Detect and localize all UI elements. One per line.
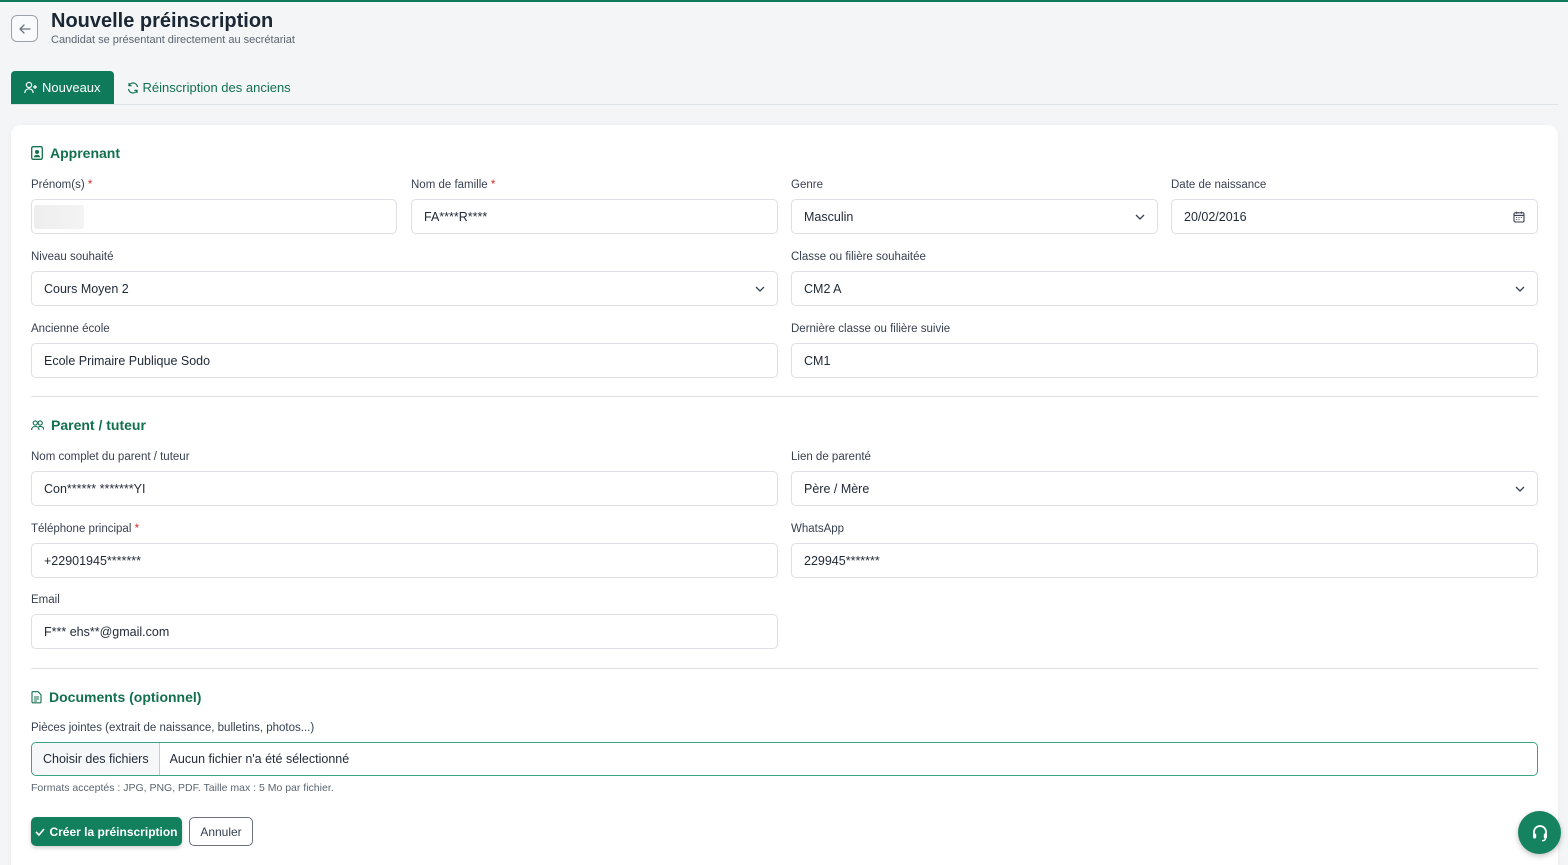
divider (31, 668, 1538, 669)
classe-label: Classe ou filière souhaitée (791, 251, 926, 263)
page-subtitle: Candidat se présentant directement au se… (51, 34, 295, 46)
nom-label: Nom de famille * (411, 179, 496, 191)
naissance-label: Date de naissance (1171, 179, 1267, 191)
file-status: Aucun fichier n'a été sélectionné (169, 752, 350, 766)
lien-label: Lien de parenté (791, 451, 871, 463)
classe-field: Classe ou filière souhaitée CM2 A (791, 250, 1538, 306)
naissance-field: Date de naissance 20/02/2016 (1171, 178, 1538, 234)
lien-select[interactable]: Père / Mère (791, 471, 1538, 506)
document-icon (31, 690, 42, 703)
divider (31, 396, 1538, 397)
tab-reinscription-label: Réinscription des anciens (142, 80, 291, 95)
naissance-input[interactable]: 20/02/2016 (1171, 199, 1538, 234)
prenom-field: Prénom(s) * (31, 178, 397, 234)
whatsapp-input[interactable]: 229945******* (791, 543, 1538, 578)
page-header: Nouvelle préinscription Candidat se prés… (11, 8, 295, 46)
section-apprenant: Apprenant (31, 145, 120, 161)
prenom-input[interactable] (31, 199, 397, 234)
create-preinscription-label: Créer la préinscription (49, 824, 178, 839)
parent-nom-input[interactable]: Con****** *******YI (31, 471, 778, 506)
genre-select[interactable]: Masculin (791, 199, 1158, 234)
student-id-icon (31, 146, 43, 160)
nom-input[interactable]: FA****R**** (411, 199, 778, 234)
tab-reinscription[interactable]: Réinscription des anciens (114, 71, 304, 104)
ancienne-ecole-input[interactable]: Ecole Primaire Publique Sodo (31, 343, 778, 378)
genre-field: Genre Masculin (791, 178, 1158, 234)
page-title: Nouvelle préinscription (51, 10, 274, 32)
tab-nouveaux[interactable]: Nouveaux (11, 71, 114, 104)
refresh-icon (127, 81, 138, 94)
chevron-down-icon (1515, 486, 1525, 492)
file-hint: Formats acceptés : JPG, PNG, PDF. Taille… (31, 782, 334, 794)
derniere-classe-input[interactable]: CM1 (791, 343, 1538, 378)
derniere-classe-field: Dernière classe ou filière suivie CM1 (791, 322, 1538, 378)
derniere-classe-label: Dernière classe ou filière suivie (791, 323, 951, 335)
cancel-button[interactable]: Annuler (189, 817, 253, 846)
section-documents-title: Documents (optionnel) (49, 689, 202, 705)
calendar-icon[interactable] (1513, 211, 1525, 223)
email-label: Email (31, 594, 60, 606)
nom-field: Nom de famille * FA****R**** (411, 178, 778, 234)
arrow-left-icon (18, 23, 31, 34)
chevron-down-icon (1515, 286, 1525, 292)
ancienne-ecole-field: Ancienne école Ecole Primaire Publique S… (31, 322, 778, 378)
user-plus-icon (24, 81, 37, 94)
niveau-select[interactable]: Cours Moyen 2 (31, 271, 778, 306)
tab-bar: Nouveaux Réinscription des anciens (11, 71, 1558, 105)
support-button[interactable] (1518, 811, 1561, 854)
parent-nom-field: Nom complet du parent / tuteur Con******… (31, 450, 778, 506)
email-field: Email F*** ehs**@gmail.com (31, 593, 778, 649)
chevron-down-icon (1135, 214, 1145, 220)
create-preinscription-button[interactable]: Créer la préinscription (31, 817, 182, 846)
whatsapp-field: WhatsApp 229945******* (791, 522, 1538, 578)
classe-select[interactable]: CM2 A (791, 271, 1538, 306)
headset-icon (1532, 824, 1547, 841)
whatsapp-label: WhatsApp (791, 523, 845, 535)
telephone-input[interactable]: +22901945******* (31, 543, 778, 578)
telephone-label: Téléphone principal * (31, 523, 140, 535)
niveau-label: Niveau souhaité (31, 251, 114, 263)
parent-nom-label: Nom complet du parent / tuteur (31, 451, 190, 463)
chevron-down-icon (755, 286, 765, 292)
check-icon (35, 827, 46, 836)
redacted-value (34, 204, 84, 229)
section-apprenant-title: Apprenant (50, 145, 120, 161)
tab-nouveaux-label: Nouveaux (42, 80, 101, 95)
prenom-label: Prénom(s) * (31, 179, 93, 191)
niveau-field: Niveau souhaité Cours Moyen 2 (31, 250, 778, 306)
email-input[interactable]: F*** ehs**@gmail.com (31, 614, 778, 649)
genre-label: Genre (791, 179, 823, 191)
users-icon (31, 419, 44, 430)
ancienne-ecole-label: Ancienne école (31, 323, 110, 335)
form-card: Apprenant Prénom(s) * Nom de famille * F… (11, 125, 1558, 865)
section-parent: Parent / tuteur (31, 417, 146, 433)
choose-files-button[interactable]: Choisir des fichiers (32, 743, 160, 775)
attachments-label: Pièces jointes (extrait de naissance, bu… (31, 722, 315, 734)
section-parent-title: Parent / tuteur (51, 417, 146, 433)
section-documents: Documents (optionnel) (31, 689, 201, 705)
telephone-field: Téléphone principal * +22901945******* (31, 522, 778, 578)
lien-field: Lien de parenté Père / Mère (791, 450, 1538, 506)
attachments-field: Pièces jointes (extrait de naissance, bu… (31, 721, 631, 735)
back-button[interactable] (11, 15, 38, 42)
file-input[interactable]: Choisir des fichiers Aucun fichier n'a é… (31, 742, 1538, 776)
